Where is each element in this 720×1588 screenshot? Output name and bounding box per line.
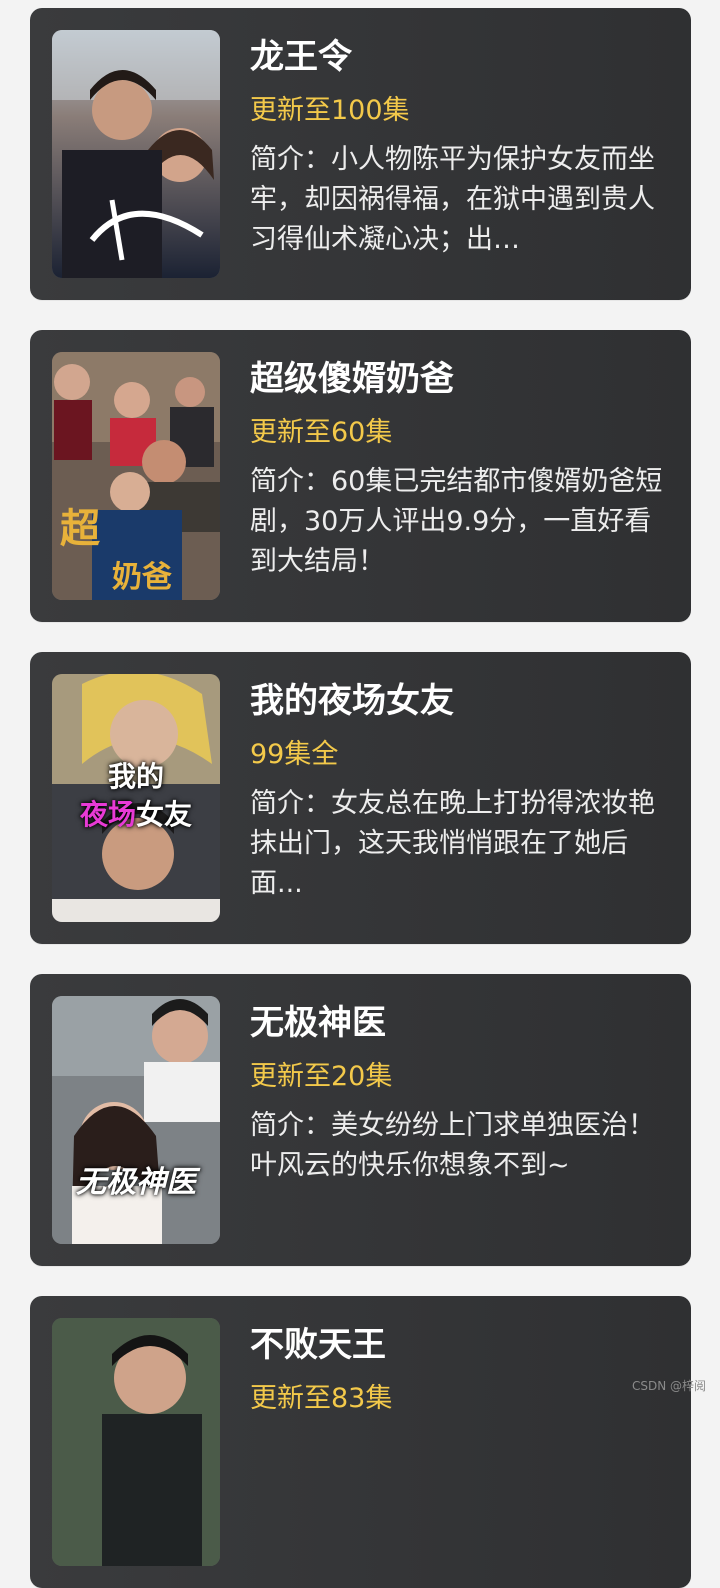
episode-count: 更新至83集 (250, 1383, 393, 1414)
drama-poster[interactable]: 我的 夜场女友 (52, 674, 220, 922)
svg-text:奶爸: 奶爸 (112, 560, 172, 595)
drama-card[interactable]: 无极神医 无极神医 更新至20集 简介：美女纷纷上门求单独医治！叶风云的快乐你想… (30, 974, 691, 1266)
drama-description: 简介：小人物陈平为保护女友而坐牢，却因祸得福，在狱中遇到贵人习得仙术凝心决；出… (250, 144, 655, 255)
poster-image: 超 奶爸 (52, 352, 220, 600)
episode-count: 更新至20集 (250, 1061, 393, 1092)
poster-caption: 我的 夜场女友 (79, 760, 193, 831)
drama-card[interactable]: 龙王令 更新至100集 简介：小人物陈平为保护女友而坐牢，却因祸得福，在狱中遇到… (30, 8, 691, 300)
drama-poster[interactable]: 无极神医 (52, 996, 220, 1244)
drama-title: 龙王令 (250, 37, 352, 77)
drama-title: 不败天王 (250, 1325, 386, 1365)
drama-title: 超级傻婿奶爸 (250, 359, 454, 399)
poster-caption: 无极神医 (76, 1165, 196, 1200)
drama-description: 简介：60集已完结都市傻婿奶爸短剧，30万人评出9.9分，一直好看到大结局！ (250, 466, 663, 577)
episode-count: 99集全 (250, 739, 339, 770)
drama-poster[interactable] (52, 30, 220, 278)
poster-image (52, 996, 220, 1244)
poster-image (52, 1318, 220, 1566)
episode-count: 更新至100集 (250, 95, 410, 126)
drama-card[interactable]: 不败天王 更新至83集 (30, 1296, 691, 1588)
drama-card[interactable]: 超 奶爸 超级傻婿奶爸 更新至60集 简介：60集已完结都市傻婿奶爸短剧，30万… (30, 330, 691, 622)
drama-title: 无极神医 (250, 1003, 386, 1043)
drama-description: 简介：美女纷纷上门求单独医治！叶风云的快乐你想象不到~ (250, 1110, 655, 1181)
svg-text:超: 超 (60, 505, 101, 552)
drama-description: 简介：女友总在晚上打扮得浓妆艳抹出门，这天我悄悄跟在了她后面... (250, 788, 655, 899)
drama-poster[interactable] (52, 1318, 220, 1566)
episode-count: 更新至60集 (250, 417, 393, 448)
watermark: CSDN @梓阅 (631, 1379, 706, 1393)
drama-poster[interactable]: 超 奶爸 (52, 352, 220, 600)
drama-title: 我的夜场女友 (250, 681, 454, 721)
poster-image (52, 30, 220, 278)
drama-card[interactable]: 我的 夜场女友 我的夜场女友 99集全 简介：女友总在晚上打扮得浓妆艳抹出门，这… (30, 652, 691, 944)
